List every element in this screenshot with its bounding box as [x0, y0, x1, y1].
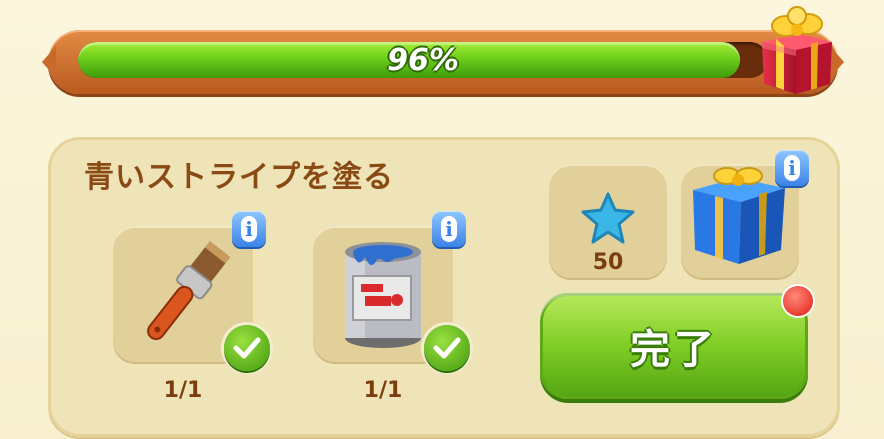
progress-percent: 96%	[387, 42, 459, 78]
task-title: 青いストライプを塗る	[84, 160, 394, 195]
progress-bar: 96%	[42, 30, 844, 94]
info-button-paint-can[interactable]: i	[432, 211, 466, 247]
info-button-paintbrush[interactable]: i	[232, 211, 266, 247]
gift-box-red-icon[interactable]	[756, 4, 836, 96]
progress-track: 96%	[78, 42, 768, 78]
done-button[interactable]: 完了	[540, 293, 808, 399]
reward-stars-count: 50	[592, 250, 624, 275]
checkmark-icon	[224, 325, 270, 371]
notification-dot	[783, 286, 813, 316]
info-button-gift[interactable]: i	[775, 150, 809, 186]
requirement-count-paintbrush: 1/1	[163, 378, 203, 403]
requirement-count-paint-can: 1/1	[363, 378, 403, 403]
checkmark-icon	[424, 325, 470, 371]
